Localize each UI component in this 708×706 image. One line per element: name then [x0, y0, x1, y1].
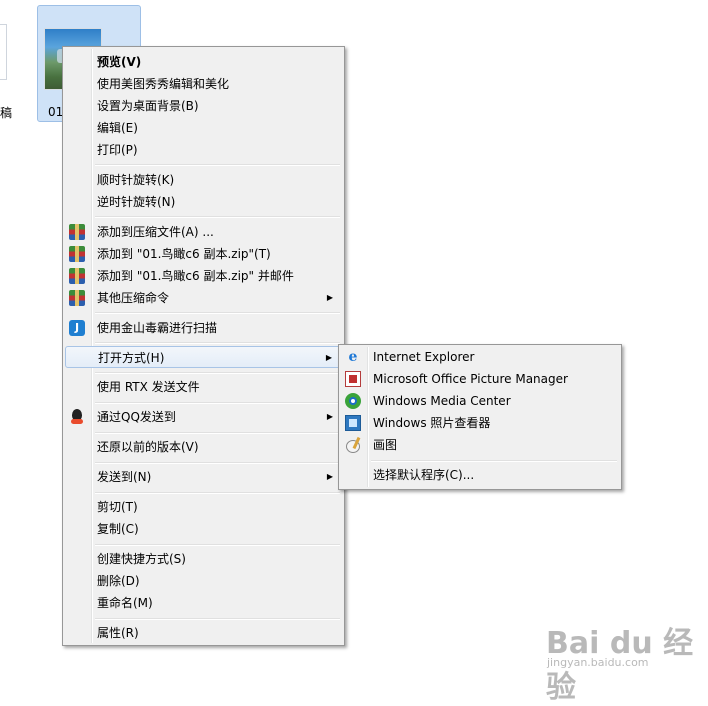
menu-item-label: 打开方式(H)	[98, 351, 165, 365]
menu-item-label: 选择默认程序(C)...	[373, 468, 475, 482]
menu-item-cut[interactable]: 剪切(T)	[65, 496, 342, 518]
menu-separator	[95, 342, 340, 344]
menu-separator	[371, 460, 617, 462]
menu-item-send-via-qq[interactable]: 通过QQ发送到 ▶	[65, 406, 342, 428]
menu-item-rotate-counterclockwise[interactable]: 逆时针旋转(N)	[65, 191, 342, 213]
menu-item-label: 使用金山毒霸进行扫描	[97, 321, 218, 335]
menu-item-label: 编辑(E)	[97, 121, 138, 135]
menu-item-label: 添加到压缩文件(A) ...	[97, 225, 214, 239]
menu-item-meitu-edit[interactable]: 使用美图秀秀编辑和美化	[65, 73, 342, 95]
menu-item-label: Microsoft Office Picture Manager	[373, 372, 568, 386]
menu-item-add-to-archive[interactable]: 添加到压缩文件(A) ...	[65, 221, 342, 243]
menu-item-add-to-zip-and-email[interactable]: 添加到 "01.鸟瞰c6 副本.zip" 并邮件	[65, 265, 342, 287]
media-center-icon	[345, 393, 361, 409]
menu-item-label: 添加到 "01.鸟瞰c6 副本.zip"(T)	[97, 247, 271, 261]
menu-item-label: 创建快捷方式(S)	[97, 552, 186, 566]
menu-item-label: 复制(C)	[97, 522, 139, 536]
selected-file-label: 01	[48, 105, 64, 119]
menu-item-label: 删除(D)	[97, 574, 140, 588]
open-with-picture-manager[interactable]: Microsoft Office Picture Manager	[341, 368, 619, 390]
menu-item-label: 属性(R)	[97, 626, 139, 640]
open-with-media-center[interactable]: Windows Media Center	[341, 390, 619, 412]
menu-item-label: 重命名(M)	[97, 596, 153, 610]
open-with-choose-default-program[interactable]: 选择默认程序(C)...	[341, 464, 619, 486]
winrar-icon	[69, 290, 85, 306]
picture-manager-icon	[345, 371, 361, 387]
menu-item-properties[interactable]: 属性(R)	[65, 622, 342, 644]
menu-item-label: 其他压缩命令	[97, 291, 170, 305]
partial-file-icon[interactable]	[0, 24, 7, 80]
kingsoft-antivirus-icon: J	[69, 320, 85, 336]
open-with-photo-viewer[interactable]: Windows 照片查看器	[341, 412, 619, 434]
menu-item-send-to[interactable]: 发送到(N) ▶	[65, 466, 342, 488]
menu-separator	[95, 372, 340, 374]
menu-item-rotate-clockwise[interactable]: 顺时针旋转(K)	[65, 169, 342, 191]
menu-separator	[95, 402, 340, 404]
menu-separator	[95, 312, 340, 314]
winrar-icon	[69, 268, 85, 284]
menu-item-restore-previous-versions[interactable]: 还原以前的版本(V)	[65, 436, 342, 458]
menu-item-label: 预览(V)	[97, 55, 142, 69]
open-with-internet-explorer[interactable]: e Internet Explorer	[341, 346, 619, 368]
menu-item-set-desktop-background[interactable]: 设置为桌面背景(B)	[65, 95, 342, 117]
menu-item-add-to-zip[interactable]: 添加到 "01.鸟瞰c6 副本.zip"(T)	[65, 243, 342, 265]
menu-item-label: 顺时针旋转(K)	[97, 173, 175, 187]
paint-icon	[345, 437, 361, 453]
winrar-icon	[69, 246, 85, 262]
menu-item-label: Windows Media Center	[373, 394, 511, 408]
menu-item-edit[interactable]: 编辑(E)	[65, 117, 342, 139]
context-menu: 预览(V) 使用美图秀秀编辑和美化 设置为桌面背景(B) 编辑(E) 打印(P)…	[62, 46, 345, 646]
submenu-arrow-icon: ▶	[326, 412, 333, 421]
menu-item-label: 发送到(N)	[97, 470, 152, 484]
menu-item-label: 还原以前的版本(V)	[97, 440, 199, 454]
partial-file-label: 稿	[0, 106, 13, 120]
menu-item-label: Windows 照片查看器	[373, 416, 491, 430]
menu-item-label: 添加到 "01.鸟瞰c6 副本.zip" 并邮件	[97, 269, 294, 283]
menu-item-label: 逆时针旋转(N)	[97, 195, 176, 209]
winrar-icon	[69, 224, 85, 240]
photo-viewer-icon	[345, 415, 361, 431]
menu-item-rename[interactable]: 重命名(M)	[65, 592, 342, 614]
menu-separator	[95, 492, 340, 494]
open-with-paint[interactable]: 画图	[341, 434, 619, 456]
submenu-arrow-icon: ▶	[325, 353, 332, 362]
open-with-submenu: e Internet Explorer Microsoft Office Pic…	[338, 344, 622, 490]
menu-separator	[95, 462, 340, 464]
submenu-arrow-icon: ▶	[326, 293, 333, 302]
menu-item-kingsoft-scan[interactable]: J 使用金山毒霸进行扫描	[65, 317, 342, 339]
menu-item-preview[interactable]: 预览(V)	[65, 51, 342, 73]
menu-item-label: 设置为桌面背景(B)	[97, 99, 199, 113]
menu-item-open-with[interactable]: 打开方式(H) ▶	[65, 346, 342, 368]
menu-item-send-via-rtx[interactable]: 使用 RTX 发送文件	[65, 376, 342, 398]
menu-separator	[95, 432, 340, 434]
menu-item-label: Internet Explorer	[373, 350, 475, 364]
submenu-arrow-icon: ▶	[326, 472, 333, 481]
menu-separator	[95, 164, 340, 166]
menu-item-label: 使用 RTX 发送文件	[97, 380, 200, 394]
menu-item-label: 剪切(T)	[97, 500, 138, 514]
menu-item-label: 通过QQ发送到	[97, 410, 176, 424]
menu-separator	[95, 618, 340, 620]
menu-separator	[95, 544, 340, 546]
menu-item-label: 打印(P)	[97, 143, 138, 157]
menu-item-delete[interactable]: 删除(D)	[65, 570, 342, 592]
qq-icon	[69, 409, 85, 425]
menu-item-other-compression-commands[interactable]: 其他压缩命令 ▶	[65, 287, 342, 309]
menu-item-create-shortcut[interactable]: 创建快捷方式(S)	[65, 548, 342, 570]
watermark-url: jingyan.baidu.com	[547, 656, 649, 669]
menu-item-label: 画图	[373, 438, 398, 452]
menu-item-print[interactable]: 打印(P)	[65, 139, 342, 161]
menu-item-label: 使用美图秀秀编辑和美化	[97, 77, 230, 91]
menu-item-copy[interactable]: 复制(C)	[65, 518, 342, 540]
internet-explorer-icon: e	[348, 349, 358, 365]
menu-separator	[95, 216, 340, 218]
